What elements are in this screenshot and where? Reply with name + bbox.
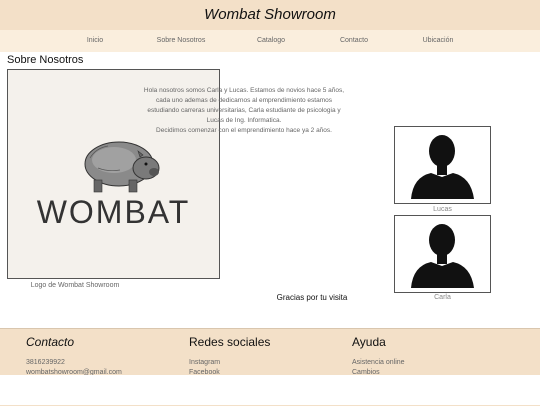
logo-caption: Logo de Wombat Showroom bbox=[30, 282, 120, 289]
nav-item-contacto[interactable]: Contacto bbox=[340, 30, 368, 52]
footer-contact: Contacto 3816239922 wombatshowroom@gmail… bbox=[26, 335, 122, 378]
thanks-message: Gracias por tu visita bbox=[276, 293, 348, 302]
intro-line: estudiando carreras universitarias, Carl… bbox=[147, 107, 341, 114]
site-title: Wombat Showroom bbox=[204, 6, 336, 23]
main-nav: Inicio Sobre Nosotros Catalogo Contacto … bbox=[0, 30, 540, 52]
footer-link-instagram[interactable]: Instagram bbox=[189, 358, 270, 368]
profile-name-lucas: Lucas bbox=[433, 206, 452, 213]
footer-help: Ayuda Asistencia online Cambios bbox=[352, 335, 405, 378]
nav-item-catalogo[interactable]: Catalogo bbox=[257, 30, 285, 52]
footer-phone: 3816239922 bbox=[26, 359, 65, 366]
intro-line: Hola nosotros somos Carla y Lucas. Estam… bbox=[143, 87, 345, 94]
person-silhouette-icon bbox=[411, 135, 474, 199]
footer-help-title: Ayuda bbox=[352, 335, 386, 349]
nav-item-sobre-nosotros[interactable]: Sobre Nosotros bbox=[157, 30, 206, 52]
person-silhouette-icon bbox=[411, 224, 474, 288]
nav-item-inicio[interactable]: Inicio bbox=[87, 30, 103, 52]
page-bottom-space bbox=[0, 375, 540, 405]
footer-link-asistencia[interactable]: Asistencia online bbox=[352, 358, 405, 368]
footer-contact-title: Contacto bbox=[26, 335, 75, 349]
intro-line: Decidimos comenzar con el emprendimiento… bbox=[156, 127, 332, 134]
intro-line: Lucas de Ing. Informatica. bbox=[206, 117, 282, 124]
section-title: Sobre Nosotros bbox=[7, 54, 84, 66]
footer-social: Redes sociales Instagram Facebook bbox=[189, 335, 270, 378]
profile-name-carla: Carla bbox=[434, 294, 451, 301]
wombat-illustration-icon bbox=[84, 141, 160, 193]
intro-text: Hola nosotros somos Carla y Lucas. Estam… bbox=[140, 86, 348, 136]
profile-photo-carla bbox=[394, 215, 491, 293]
intro-line: cada uno ademas de dedicarnos al emprend… bbox=[156, 97, 332, 104]
site-header: Wombat Showroom bbox=[0, 0, 540, 30]
nav-item-ubicacion[interactable]: Ubicación bbox=[423, 30, 454, 52]
profile-photo-lucas bbox=[394, 126, 491, 204]
footer-social-title: Redes sociales bbox=[189, 335, 271, 349]
logo-wordmark: WOMBAT bbox=[36, 194, 191, 230]
